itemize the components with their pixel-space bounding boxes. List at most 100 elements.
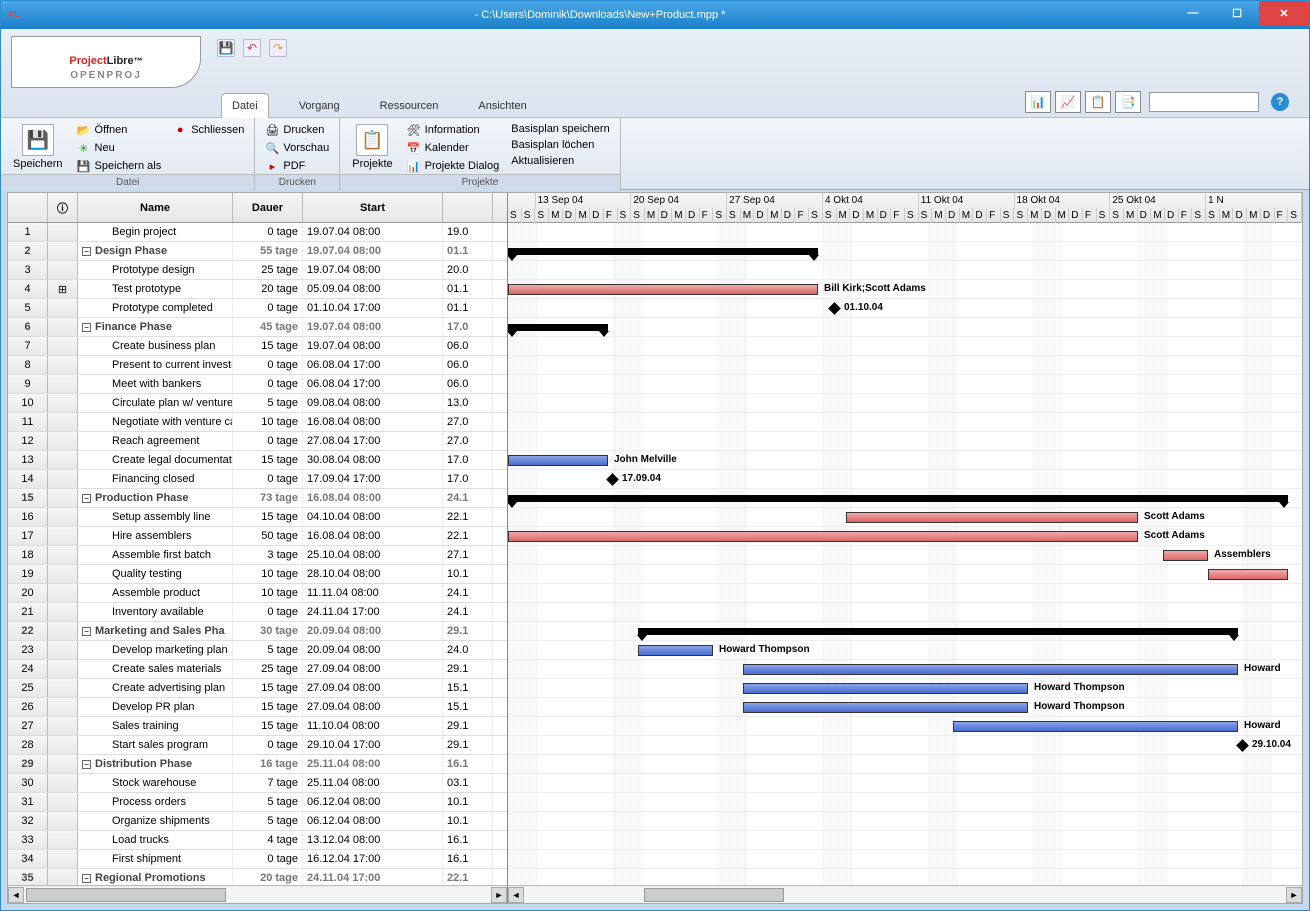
start-cell[interactable]: 24.11.04 17:00 [303, 603, 443, 621]
task-bar[interactable] [1163, 550, 1208, 561]
task-row[interactable]: 12Reach agreement0 tage27.08.04 17:0027.… [8, 432, 507, 451]
end-cell[interactable]: 19.0 [443, 223, 493, 241]
task-bar[interactable] [638, 645, 713, 656]
end-cell[interactable]: 16.1 [443, 755, 493, 773]
duration-cell[interactable]: 0 tage [233, 736, 303, 754]
row-number[interactable]: 9 [8, 375, 48, 393]
task-name-cell[interactable]: Develop marketing plan [78, 641, 233, 659]
start-cell[interactable]: 16.08.04 08:00 [303, 489, 443, 507]
end-cell[interactable]: 15.1 [443, 698, 493, 716]
task-name-cell[interactable]: Meet with bankers [78, 375, 233, 393]
row-number[interactable]: 10 [8, 394, 48, 412]
task-name-cell[interactable]: Reach agreement [78, 432, 233, 450]
task-row[interactable]: 11Negotiate with venture cap10 tage16.08… [8, 413, 507, 432]
task-row[interactable]: 24Create sales materials25 tage27.09.04 … [8, 660, 507, 679]
task-bar[interactable] [846, 512, 1138, 523]
task-row[interactable]: 23Develop marketing plan5 tage20.09.04 0… [8, 641, 507, 660]
task-bar[interactable] [953, 721, 1238, 732]
preview-button[interactable]: 🔍Vorschau [263, 140, 331, 156]
gantt-row[interactable] [508, 793, 1302, 812]
duration-cell[interactable]: 3 tage [233, 546, 303, 564]
gantt-row[interactable] [508, 394, 1302, 413]
task-bar[interactable] [508, 455, 608, 466]
task-row[interactable]: 8Present to current investors0 tage06.08… [8, 356, 507, 375]
view-btn-1[interactable]: 📊 [1025, 91, 1051, 113]
task-row[interactable]: 10Circulate plan w/ venture c5 tage09.08… [8, 394, 507, 413]
start-cell[interactable]: 25.11.04 08:00 [303, 755, 443, 773]
open-button[interactable]: 📂Öffnen [75, 122, 164, 138]
start-cell[interactable]: 13.12.04 08:00 [303, 831, 443, 849]
duration-cell[interactable]: 5 tage [233, 641, 303, 659]
row-number[interactable]: 30 [8, 774, 48, 792]
task-row[interactable]: 20Assemble product10 tage11.11.04 08:002… [8, 584, 507, 603]
end-cell[interactable]: 10.1 [443, 812, 493, 830]
duration-cell[interactable]: 30 tage [233, 622, 303, 640]
task-row[interactable]: 13Create legal documentation15 tage30.08… [8, 451, 507, 470]
task-name-cell[interactable]: Assemble product [78, 584, 233, 602]
task-row[interactable]: 7Create business plan15 tage19.07.04 08:… [8, 337, 507, 356]
end-cell[interactable]: 13.0 [443, 394, 493, 412]
qat-undo-button[interactable]: ↶ [243, 39, 261, 57]
end-cell[interactable]: 15.1 [443, 679, 493, 697]
row-number[interactable]: 14 [8, 470, 48, 488]
milestone-marker[interactable] [606, 473, 619, 486]
task-name-cell[interactable]: Create advertising plan [78, 679, 233, 697]
start-cell[interactable]: 06.08.04 17:00 [303, 375, 443, 393]
end-cell[interactable]: 17.0 [443, 451, 493, 469]
row-number[interactable]: 21 [8, 603, 48, 621]
start-cell[interactable]: 27.09.04 08:00 [303, 660, 443, 678]
summary-bar[interactable] [508, 324, 608, 331]
task-name-cell[interactable]: Setup assembly line [78, 508, 233, 526]
start-cell[interactable]: 25.10.04 08:00 [303, 546, 443, 564]
gantt-row[interactable] [508, 831, 1302, 850]
start-cell[interactable]: 16.08.04 08:00 [303, 527, 443, 545]
gantt-row[interactable]: Howard Thompson [508, 679, 1302, 698]
save-button[interactable]: 💾 Speichern [9, 122, 67, 172]
milestone-marker[interactable] [828, 302, 841, 315]
header-num[interactable] [8, 193, 48, 222]
ribbon-tab-datei[interactable]: Datei [221, 93, 269, 118]
start-cell[interactable]: 04.10.04 08:00 [303, 508, 443, 526]
row-number[interactable]: 32 [8, 812, 48, 830]
header-end[interactable] [443, 193, 493, 222]
duration-cell[interactable]: 15 tage [233, 337, 303, 355]
start-cell[interactable]: 20.09.04 08:00 [303, 622, 443, 640]
qat-redo-button[interactable]: ↷ [269, 39, 287, 57]
row-number[interactable]: 16 [8, 508, 48, 526]
row-number[interactable]: 22 [8, 622, 48, 640]
row-number[interactable]: 3 [8, 261, 48, 279]
start-cell[interactable]: 06.12.04 08:00 [303, 812, 443, 830]
duration-cell[interactable]: 20 tage [233, 280, 303, 298]
end-cell[interactable]: 06.0 [443, 356, 493, 374]
task-name-cell[interactable]: Develop PR plan [78, 698, 233, 716]
end-cell[interactable]: 24.1 [443, 603, 493, 621]
row-number[interactable]: 25 [8, 679, 48, 697]
start-cell[interactable]: 19.07.04 08:00 [303, 223, 443, 241]
gantt-row[interactable] [508, 413, 1302, 432]
duration-cell[interactable]: 15 tage [233, 698, 303, 716]
gantt-row[interactable]: Howard [508, 717, 1302, 736]
task-bar[interactable] [743, 702, 1028, 713]
task-row[interactable]: 32Organize shipments5 tage06.12.04 08:00… [8, 812, 507, 831]
header-start[interactable]: Start [303, 193, 443, 222]
gantt-row[interactable]: Bill Kirk;Scott Adams [508, 280, 1302, 299]
row-number[interactable]: 6 [8, 318, 48, 336]
task-row[interactable]: 6−Finance Phase45 tage19.07.04 08:0017.0 [8, 318, 507, 337]
gantt-row[interactable]: Howard Thompson [508, 698, 1302, 717]
row-number[interactable]: 27 [8, 717, 48, 735]
gantt-row[interactable] [508, 812, 1302, 831]
start-cell[interactable]: 06.08.04 17:00 [303, 356, 443, 374]
gantt-row[interactable] [508, 242, 1302, 261]
row-number[interactable]: 31 [8, 793, 48, 811]
header-name[interactable]: Name [78, 193, 233, 222]
end-cell[interactable]: 29.1 [443, 660, 493, 678]
task-name-cell[interactable]: Stock warehouse [78, 774, 233, 792]
row-number[interactable]: 29 [8, 755, 48, 773]
task-name-cell[interactable]: Hire assemblers [78, 527, 233, 545]
gantt-scroll-thumb[interactable] [644, 888, 784, 902]
duration-cell[interactable]: 0 tage [233, 603, 303, 621]
row-number[interactable]: 13 [8, 451, 48, 469]
task-bar[interactable] [508, 531, 1138, 542]
duration-cell[interactable]: 15 tage [233, 679, 303, 697]
gantt-row[interactable] [508, 337, 1302, 356]
